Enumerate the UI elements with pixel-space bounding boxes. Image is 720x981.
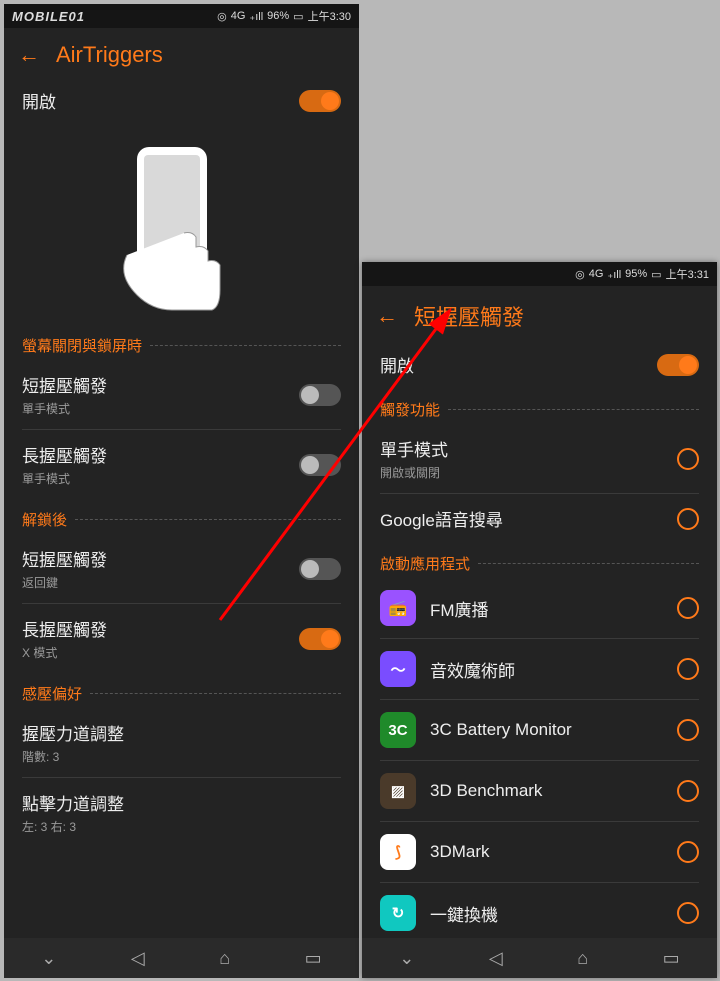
battery-pct: 96% <box>267 10 289 22</box>
radio[interactable] <box>677 719 699 741</box>
nav-bar: ⌄ ◁ ⌂ ▭ <box>4 938 359 978</box>
locked-item-long[interactable]: 長握壓觸發 單手模式 <box>4 430 359 499</box>
toggle[interactable] <box>299 454 341 476</box>
clock: 上午3:31 <box>666 266 709 282</box>
nav-recent-icon[interactable]: ▭ <box>663 948 680 969</box>
radio[interactable] <box>677 658 699 680</box>
nav-home-icon[interactable]: ⌂ <box>219 948 230 969</box>
app-icon: 📻 <box>380 590 416 626</box>
back-arrow-icon[interactable]: ← <box>18 42 40 68</box>
back-arrow-icon[interactable]: ← <box>376 303 398 329</box>
enable-row[interactable]: 開啟 <box>362 340 717 389</box>
signal-icon: ₊ıll <box>249 10 263 23</box>
section-trigger: 觸發功能 <box>362 389 717 424</box>
watermark-logo: MOBILE01 <box>12 9 85 24</box>
network-label: 4G <box>589 268 604 280</box>
locked-item-short[interactable]: 短握壓觸發 單手模式 <box>4 360 359 429</box>
page-title: 短握壓觸發 <box>414 300 524 332</box>
app-icon: ▨ <box>380 773 416 809</box>
pressure-tap[interactable]: 點擊力道調整 左: 3 右: 3 <box>4 778 359 847</box>
app-name: 音效魔術師 <box>430 657 677 682</box>
trigger-one-hand[interactable]: 單手模式 開啟或關閉 <box>362 424 717 493</box>
app-icon: ～ <box>380 651 416 687</box>
app-row[interactable]: ⟆ 3DMark <box>362 822 717 882</box>
app-icon: 3C <box>380 712 416 748</box>
battery-icon: ▭ <box>293 10 303 23</box>
battery-icon: ▭ <box>651 268 661 281</box>
status-bar: ◎ 4G ₊ıll 95% ▭ 上午3:31 <box>362 262 717 286</box>
app-name: 3D Benchmark <box>430 781 677 801</box>
hotspot-icon: ◎ <box>217 10 227 23</box>
radio[interactable] <box>677 508 699 530</box>
trigger-google-voice[interactable]: Google語音搜尋 <box>362 494 717 543</box>
app-name: 3C Battery Monitor <box>430 720 677 740</box>
app-row[interactable]: 📻 FM廣播 <box>362 578 717 638</box>
enable-row[interactable]: 開啟 <box>4 76 359 125</box>
enable-label: 開啟 <box>380 352 657 377</box>
nav-back-icon[interactable]: ◁ <box>489 948 503 969</box>
section-unlocked: 解鎖後 <box>4 499 359 534</box>
radio[interactable] <box>677 841 699 863</box>
page-title: AirTriggers <box>56 42 163 68</box>
nav-recent-icon[interactable]: ▭ <box>305 948 322 969</box>
nav-bar: ⌄ ◁ ⌂ ▭ <box>362 938 717 978</box>
unlocked-item-short[interactable]: 短握壓觸發 返回鍵 <box>4 534 359 603</box>
app-row[interactable]: 3C 3C Battery Monitor <box>362 700 717 760</box>
pressure-grip[interactable]: 握壓力道調整 階數: 3 <box>4 708 359 777</box>
section-pressure: 感壓偏好 <box>4 673 359 708</box>
radio[interactable] <box>677 780 699 802</box>
radio[interactable] <box>677 448 699 470</box>
toggle[interactable] <box>299 558 341 580</box>
nav-back-icon[interactable]: ◁ <box>131 948 145 969</box>
clock: 上午3:30 <box>308 8 351 24</box>
app-icon: ⟆ <box>380 834 416 870</box>
status-bar: MOBILE01 ◎ 4G ₊ıll 96% ▭ 上午3:30 <box>4 4 359 28</box>
title-bar: ← AirTriggers <box>4 28 359 76</box>
network-label: 4G <box>231 10 246 22</box>
radio[interactable] <box>677 597 699 619</box>
app-row[interactable]: ～ 音效魔術師 <box>362 639 717 699</box>
nav-extra-icon[interactable]: ⌄ <box>41 948 56 969</box>
app-name: 一鍵換機 <box>430 901 677 926</box>
section-locked: 螢幕關閉與鎖屏時 <box>4 325 359 360</box>
hotspot-icon: ◎ <box>575 268 585 281</box>
left-phone-screen: MOBILE01 ◎ 4G ₊ıll 96% ▭ 上午3:30 ← AirTri… <box>4 4 359 978</box>
toggle[interactable] <box>299 384 341 406</box>
app-name: FM廣播 <box>430 596 677 621</box>
title-bar: ← 短握壓觸發 <box>362 286 717 340</box>
nav-home-icon[interactable]: ⌂ <box>577 948 588 969</box>
enable-label: 開啟 <box>22 88 299 113</box>
nav-extra-icon[interactable]: ⌄ <box>399 948 414 969</box>
app-name: 3DMark <box>430 842 677 862</box>
app-icon: ↻ <box>380 895 416 931</box>
signal-icon: ₊ıll <box>607 268 621 281</box>
enable-toggle[interactable] <box>299 90 341 112</box>
toggle[interactable] <box>299 628 341 650</box>
grip-illustration <box>4 125 359 325</box>
section-apps: 啟動應用程式 <box>362 543 717 578</box>
app-row[interactable]: ↻ 一鍵換機 <box>362 883 717 943</box>
radio[interactable] <box>677 902 699 924</box>
enable-toggle[interactable] <box>657 354 699 376</box>
right-phone-screen: ◎ 4G ₊ıll 95% ▭ 上午3:31 ← 短握壓觸發 開啟 觸發功能 單… <box>362 262 717 978</box>
unlocked-item-long[interactable]: 長握壓觸發 X 模式 <box>4 604 359 673</box>
app-row[interactable]: ▨ 3D Benchmark <box>362 761 717 821</box>
battery-pct: 95% <box>625 268 647 280</box>
